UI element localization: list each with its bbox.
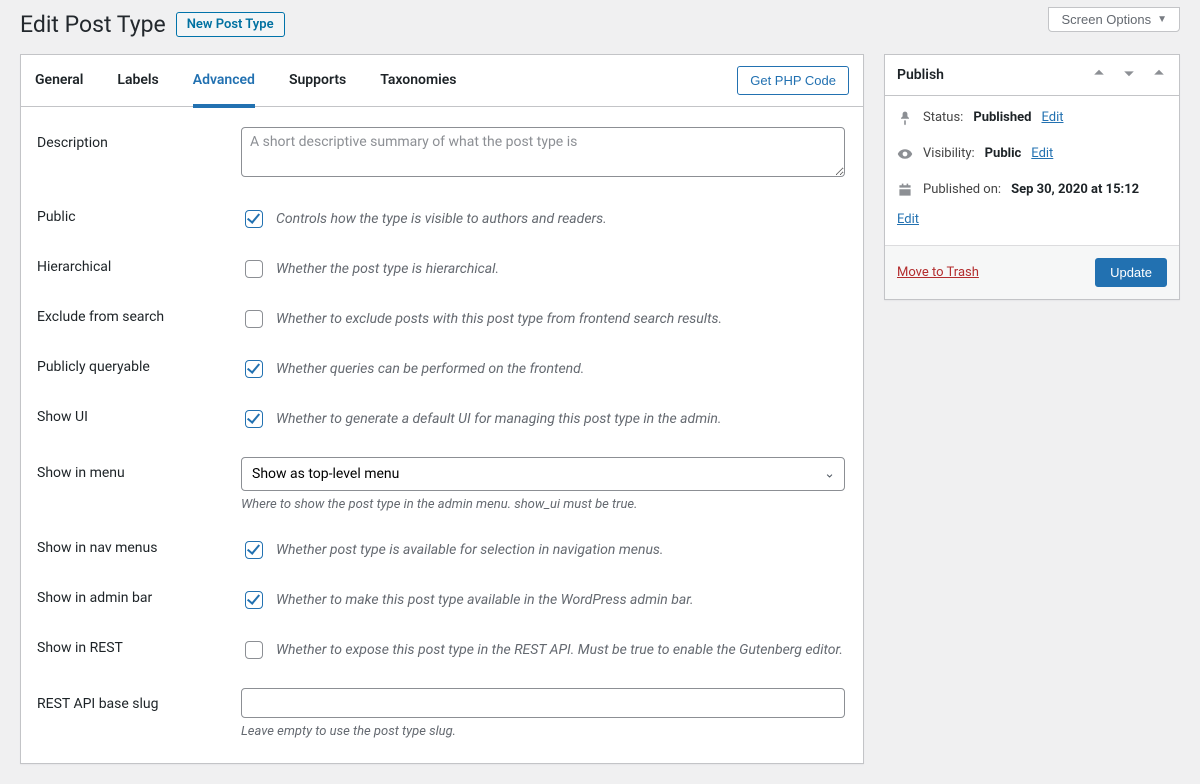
label-show-in-admin-bar: Show in admin bar [37,588,241,612]
label-description: Description [37,127,241,181]
move-down-icon[interactable] [1121,65,1137,85]
hint-show-ui: Whether to generate a default UI for man… [276,411,721,427]
tab-supports[interactable]: Supports [289,72,346,108]
hint-public: Controls how the type is visible to auth… [276,211,607,227]
hint-rest-base: Leave empty to use the post type slug. [241,724,847,739]
label-show-ui: Show UI [37,407,241,431]
edit-status-link[interactable]: Edit [1041,110,1063,125]
tab-taxonomies[interactable]: Taxonomies [380,72,456,108]
published-value: Sep 30, 2020 at 15:12 [1011,182,1139,197]
show-in-nav-menus-checkbox[interactable] [245,541,263,559]
screen-options-label: Screen Options [1061,12,1151,27]
publish-title: Publish [897,67,944,83]
update-button[interactable]: Update [1095,258,1167,287]
hint-exclude-from-search: Whether to exclude posts with this post … [276,311,722,327]
page-title: Edit Post Type [20,10,166,40]
hint-show-in-rest: Whether to expose this post type in the … [276,642,843,658]
move-to-trash-link[interactable]: Move to Trash [897,265,979,280]
rest-base-input[interactable] [241,688,845,718]
status-value: Published [973,110,1031,125]
show-in-rest-checkbox[interactable] [245,641,263,659]
show-in-admin-bar-checkbox[interactable] [245,591,263,609]
label-show-in-nav-menus: Show in nav menus [37,538,241,562]
settings-panel: General Labels Advanced Supports Taxonom… [20,54,864,764]
eye-icon [897,146,913,166]
show-ui-checkbox[interactable] [245,410,263,428]
label-show-in-menu: Show in menu [37,457,241,512]
hierarchical-checkbox[interactable] [245,260,263,278]
label-publicly-queryable: Publicly queryable [37,357,241,381]
hint-show-in-menu: Where to show the post type in the admin… [241,497,847,512]
hint-show-in-nav-menus: Whether post type is available for selec… [276,542,664,558]
edit-published-link[interactable]: Edit [897,212,919,227]
published-label: Published on: [923,182,1001,197]
screen-options-button[interactable]: Screen Options ▼ [1048,7,1180,32]
show-in-menu-select[interactable]: Show as top-level menu [241,457,845,491]
move-up-icon[interactable] [1091,65,1107,85]
pin-icon [897,110,913,130]
label-rest-base: REST API base slug [37,688,241,739]
toggle-panel-icon[interactable] [1151,65,1167,85]
status-label: Status: [923,110,963,125]
label-hierarchical: Hierarchical [37,257,241,281]
tab-bar: General Labels Advanced Supports Taxonom… [21,55,863,107]
hint-show-in-admin-bar: Whether to make this post type available… [276,592,694,608]
hint-hierarchical: Whether the post type is hierarchical. [276,261,499,277]
visibility-label: Visibility: [923,146,975,161]
calendar-icon [897,182,913,202]
edit-visibility-link[interactable]: Edit [1031,146,1053,161]
visibility-value: Public [985,146,1022,161]
get-php-code-button[interactable]: Get PHP Code [737,66,849,95]
tab-advanced[interactable]: Advanced [193,72,255,108]
publicly-queryable-checkbox[interactable] [245,360,263,378]
public-checkbox[interactable] [245,210,263,228]
description-input[interactable] [241,127,845,177]
hint-publicly-queryable: Whether queries can be performed on the … [276,361,584,377]
new-post-type-button[interactable]: New Post Type [176,12,285,37]
label-exclude-from-search: Exclude from search [37,307,241,331]
label-show-in-rest: Show in REST [37,638,241,662]
chevron-down-icon: ▼ [1157,14,1167,25]
publish-box: Publish S [884,54,1180,300]
label-public: Public [37,207,241,231]
exclude-from-search-checkbox[interactable] [245,310,263,328]
tab-general[interactable]: General [35,72,83,108]
tab-labels[interactable]: Labels [117,72,158,108]
